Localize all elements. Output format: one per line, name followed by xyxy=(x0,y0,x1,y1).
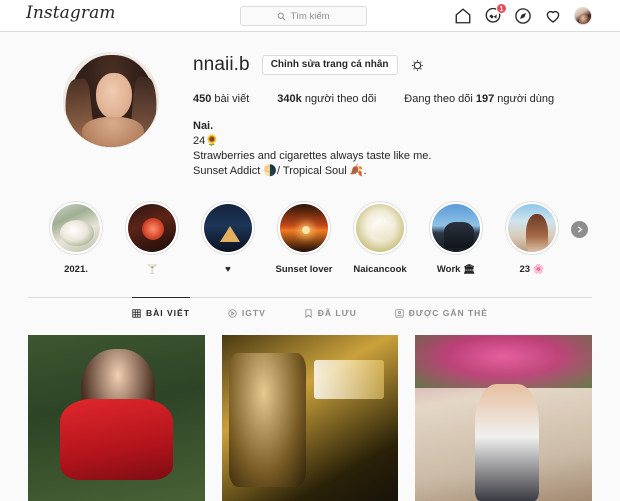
tab-tagged[interactable]: ĐƯỢC GẮN THẺ xyxy=(395,297,488,327)
posts-grid xyxy=(28,335,592,501)
profile-page: nnaii.b Chỉnh sửa trang cá nhân 450 bài … xyxy=(0,32,620,501)
stat-following-value: 197 xyxy=(475,93,495,105)
grid-icon xyxy=(132,308,141,318)
messenger-button[interactable]: 1 xyxy=(484,3,507,25)
tab-igtv-label: IGTV xyxy=(241,308,266,318)
search-icon xyxy=(278,12,287,21)
post-thumbnail[interactable] xyxy=(415,335,592,501)
highlights-next-button[interactable] xyxy=(571,221,588,238)
bio-line-4: Sunset Addict 🌗/ Tropical Soul 🍂. xyxy=(193,165,367,177)
highlight-cover xyxy=(356,204,404,252)
highlight-label: Naicancook xyxy=(353,264,407,275)
search-placeholder: Tìm kiếm xyxy=(290,10,330,22)
stat-following[interactable]: Đang theo dõi 197 người dùng xyxy=(404,93,554,105)
profile-username: nnaii.b xyxy=(193,54,250,75)
edit-profile-button[interactable]: Chỉnh sửa trang cá nhân xyxy=(261,55,398,75)
profile-bio: Nai. 24🌻 Strawberries and cigarettes alw… xyxy=(193,119,592,179)
stat-followers-value: 340k xyxy=(277,93,302,105)
highlight-item-0[interactable]: 2021. xyxy=(38,201,114,275)
stat-followers-label: người theo dõi xyxy=(304,93,377,105)
compass-icon[interactable] xyxy=(514,7,532,25)
highlight-cover xyxy=(280,204,328,252)
highlight-label: ♥ xyxy=(225,264,231,275)
highlight-item-2[interactable]: ♥ xyxy=(190,201,266,275)
highlight-item-6[interactable]: 23 🌸 xyxy=(494,201,570,275)
tab-posts-label: BÀI VIẾT xyxy=(146,308,190,318)
top-navigation-bar: Instagram Tìm kiếm 1 xyxy=(0,0,620,32)
gear-icon[interactable] xyxy=(410,58,425,73)
highlight-label: 2021. xyxy=(64,264,88,275)
highlight-ring xyxy=(505,201,559,255)
highlight-item-3[interactable]: Sunset lover xyxy=(266,201,342,275)
profile-tabs-container: BÀI VIẾT IGTV ĐÃ LƯU ĐƯỢC GẮN THẺ xyxy=(28,297,592,327)
search-input[interactable]: Tìm kiếm xyxy=(240,6,367,26)
highlight-item-1[interactable]: 🍸 xyxy=(114,201,190,275)
home-icon[interactable] xyxy=(454,7,472,25)
highlight-label: Sunset lover xyxy=(275,264,333,275)
highlight-ring xyxy=(125,201,179,255)
stat-following-suffix: người dùng xyxy=(497,93,555,105)
story-highlights: 2021. 🍸 ♥ Sunset lover Naicancook Work 🏛… xyxy=(28,201,592,275)
profile-avatar-column xyxy=(28,50,193,179)
highlight-label: Work 🏛 xyxy=(436,264,476,275)
highlight-ring xyxy=(429,201,483,255)
profile-avatar[interactable] xyxy=(62,52,159,148)
tab-igtv[interactable]: IGTV xyxy=(228,297,266,327)
highlight-ring xyxy=(353,201,407,255)
bio-line-2: 24🌻 xyxy=(193,135,219,147)
bio-line-3: Strawberries and cigarettes always taste… xyxy=(193,150,432,162)
post-thumbnail[interactable] xyxy=(221,335,399,501)
highlight-label: 23 🌸 xyxy=(519,264,545,275)
highlight-ring xyxy=(49,201,103,255)
igtv-icon xyxy=(228,308,237,318)
highlight-cover xyxy=(432,204,480,252)
profile-tabs: BÀI VIẾT IGTV ĐÃ LƯU ĐƯỢC GẮN THẺ xyxy=(28,297,592,327)
stat-posts-label: bài viết xyxy=(214,93,250,105)
highlight-ring xyxy=(201,201,255,255)
tab-saved[interactable]: ĐÃ LƯU xyxy=(304,297,357,327)
highlight-label: 🍸 xyxy=(146,264,158,275)
highlight-item-4[interactable]: Naicancook xyxy=(342,201,418,275)
messenger-badge: 1 xyxy=(496,3,507,14)
highlight-cover xyxy=(508,204,556,252)
profile-info: nnaii.b Chỉnh sửa trang cá nhân 450 bài … xyxy=(193,50,592,179)
stat-followers[interactable]: 340k người theo dõi xyxy=(277,93,376,105)
highlight-ring xyxy=(277,201,331,255)
nav-profile-avatar[interactable] xyxy=(574,7,592,25)
tab-posts[interactable]: BÀI VIẾT xyxy=(132,297,190,327)
stat-posts: 450 bài viết xyxy=(193,93,249,105)
highlight-item-5[interactable]: Work 🏛 xyxy=(418,201,494,275)
tab-tagged-label: ĐƯỢC GẮN THẺ xyxy=(408,308,488,318)
bookmark-icon xyxy=(305,308,312,318)
profile-username-row: nnaii.b Chỉnh sửa trang cá nhân xyxy=(193,52,592,78)
chevron-right-icon xyxy=(577,226,583,233)
profile-header: nnaii.b Chỉnh sửa trang cá nhân 450 bài … xyxy=(28,32,592,179)
tagged-icon xyxy=(395,308,404,318)
stat-following-prefix: Đang theo dõi xyxy=(404,93,473,105)
highlight-cover xyxy=(204,204,252,252)
post-thumbnail[interactable] xyxy=(28,335,205,501)
instagram-logo[interactable]: Instagram xyxy=(26,3,116,23)
tab-saved-label: ĐÃ LƯU xyxy=(317,308,357,318)
highlight-cover xyxy=(52,204,100,252)
heart-icon[interactable] xyxy=(544,7,562,25)
highlight-cover xyxy=(128,204,176,252)
bio-display-name: Nai. xyxy=(193,120,214,132)
stat-posts-value: 450 xyxy=(193,93,212,105)
nav-icon-group: 1 xyxy=(454,0,592,32)
profile-stats: 450 bài viết 340k người theo dõi Đang th… xyxy=(193,93,592,105)
